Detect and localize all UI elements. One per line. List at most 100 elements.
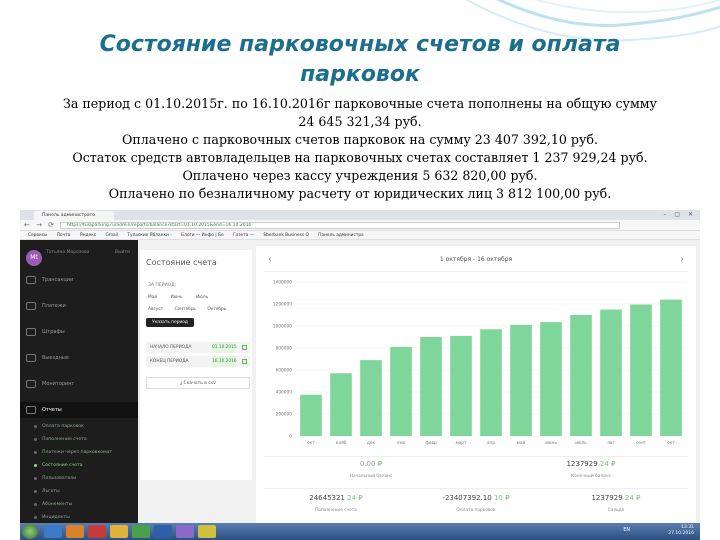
bookmark-item[interactable]: Панель администра xyxy=(318,233,363,238)
closing-balance-value: 1237929 24 ₽ xyxy=(566,460,616,468)
month-option[interactable]: Сентябрь xyxy=(175,307,196,312)
word-icon[interactable] xyxy=(154,525,172,538)
end-date-label: КОНЕЦ ПЕРИОДА xyxy=(150,359,189,364)
set-period-button[interactable]: Указать период xyxy=(146,318,194,327)
opening-balance-value: 0.00 ₽ xyxy=(359,460,383,468)
filter-panel: Состояние счета ЗА ПЕРИОД: Май Июнь Июль… xyxy=(140,250,252,480)
sidebar-subitem[interactable]: Платежи через парковкомат xyxy=(20,446,138,459)
bar[interactable] xyxy=(450,335,472,436)
end-date-checkbox[interactable] xyxy=(242,359,247,364)
bar[interactable] xyxy=(630,304,652,436)
address-bar-row: ← → ⟳ https://tulaparking.ru/admin/repor… xyxy=(20,220,700,231)
x-tick-label: янв xyxy=(397,441,405,446)
start-button[interactable] xyxy=(22,524,38,539)
sidebar-item-transactions[interactable]: Трансакции xyxy=(20,272,138,288)
sidebar-item-payments[interactable]: Платежи xyxy=(20,298,138,314)
bar[interactable] xyxy=(420,337,442,436)
month-option[interactable]: Август xyxy=(148,307,163,312)
media-icon[interactable] xyxy=(66,525,84,538)
bar[interactable] xyxy=(570,315,592,436)
end-date-input[interactable]: 16.10.2016 xyxy=(212,356,237,367)
balance-bar-chart: 0 200000 400000 600000 800000 1000000 1200000 1… xyxy=(273,280,686,446)
sidebar-subitem-current[interactable]: Состояние счета xyxy=(20,459,138,472)
saldo-total: 1237929 24 ₽ Сальдо xyxy=(556,494,676,524)
app-icon[interactable] xyxy=(176,525,194,538)
y-tick-label: 1400000 xyxy=(273,280,292,286)
sidebar-subitem[interactable]: Пользователи xyxy=(20,472,138,485)
download-csv-button[interactable]: ⤓ Скачать в csv xyxy=(146,377,250,389)
sidebar-item-reports[interactable]: Отчеты xyxy=(20,402,138,418)
bar[interactable] xyxy=(510,324,532,436)
parking-paid-total: -23407392.10 10 ₽ Оплата парковок xyxy=(416,494,536,524)
month-row: Август Сентябрь Октябрь xyxy=(148,307,236,312)
card-icon xyxy=(26,302,36,310)
language-indicator[interactable]: EN xyxy=(623,528,630,533)
start-date-input[interactable]: 01.10.2015 xyxy=(212,342,237,353)
gauge-icon xyxy=(26,380,36,388)
start-date-label: НАЧАЛО ПЕРИОДА xyxy=(150,345,192,350)
bar[interactable] xyxy=(480,329,502,436)
exit-icon xyxy=(26,354,36,362)
bar[interactable] xyxy=(330,373,352,436)
bar[interactable] xyxy=(360,360,382,436)
bookmark-item[interactable]: Газета — xyxy=(233,233,254,238)
closing-balance: 1237929 24 ₽ Конечный баланс xyxy=(536,460,646,490)
month-option[interactable]: Июль xyxy=(196,295,208,300)
sidebar-item-monitoring[interactable]: Мониторинг xyxy=(20,376,138,392)
sidebar-item-fines[interactable]: Штрафы xyxy=(20,324,138,340)
bar-chart-icon xyxy=(26,406,36,414)
bookmark-item[interactable]: Блоги — Инфо | Бе xyxy=(181,233,224,238)
bookmark-item[interactable]: Яндекс xyxy=(80,233,96,238)
chart-header: ‹ 1 октября - 16 октября › xyxy=(264,250,688,272)
bookmark-item[interactable]: Почта xyxy=(57,233,71,238)
bookmark-item[interactable]: Gmail xyxy=(106,233,119,238)
avatar[interactable]: Mt xyxy=(26,250,42,266)
bookmark-item[interactable]: Sberbank Business O xyxy=(263,233,309,238)
browser-tab[interactable]: Панель администрато xyxy=(34,211,114,220)
sidebar-item-exits[interactable]: Выездные xyxy=(20,350,138,366)
bar[interactable] xyxy=(660,299,682,436)
bookmark-item[interactable]: Сервисы xyxy=(28,233,47,238)
next-period-icon[interactable]: › xyxy=(680,254,684,265)
bar[interactable] xyxy=(600,309,622,437)
window-controls[interactable]: – ▢ ✕ xyxy=(663,211,696,218)
x-tick-label: окт xyxy=(307,441,315,446)
sidebar-subitem[interactable]: Пополнение счета xyxy=(20,433,138,446)
slide-header: Состояние парковочных счетов и оплата па… xyxy=(0,0,720,215)
month-option[interactable]: Июнь xyxy=(171,295,183,300)
chrome-icon[interactable] xyxy=(110,525,128,538)
explorer-icon[interactable] xyxy=(44,525,62,538)
chart-period-label: 1 октября - 16 октября xyxy=(439,256,513,263)
sidebar-subitem[interactable]: Оплата парковок xyxy=(20,420,138,433)
1c-icon[interactable] xyxy=(198,525,216,538)
slide-title-line1: Состояние парковочных счетов и оплата xyxy=(99,32,621,57)
logout-link[interactable]: Выйти xyxy=(115,250,130,255)
topup-total-value: 24645321 24 ₽ xyxy=(309,494,363,502)
sidebar-subitem[interactable]: Абонементы xyxy=(20,498,138,511)
y-tick-label: 600000 xyxy=(276,368,293,374)
slide-summary: За период с 01.10.2015г. по 16.10.2016г … xyxy=(20,95,700,203)
start-date-checkbox[interactable] xyxy=(242,345,247,350)
opera-icon[interactable] xyxy=(88,525,106,538)
month-option[interactable]: Май xyxy=(148,295,157,300)
bar[interactable] xyxy=(300,394,322,436)
x-tick-label: май xyxy=(517,439,526,446)
parking-paid-label: Оплата парковок xyxy=(456,508,496,513)
excel-icon[interactable] xyxy=(132,525,150,538)
user-block: Mt Татьяна Морозова Выйти xyxy=(24,248,136,270)
bar[interactable] xyxy=(540,322,562,436)
saldo-label: Сальдо xyxy=(607,508,625,513)
period-label: ЗА ПЕРИОД: xyxy=(148,283,177,288)
nav-arrows-icon[interactable]: ← → ⟳ xyxy=(24,221,56,229)
bar[interactable] xyxy=(390,346,412,436)
sidebar-subitem[interactable]: Льготы xyxy=(20,485,138,498)
fine-icon xyxy=(26,328,36,336)
url-input[interactable]: https://tulaparking.ru/admin/reports/bal… xyxy=(60,222,620,229)
x-tick-label: дек xyxy=(367,441,376,446)
clock[interactable]: 13:31 27.10.2016 xyxy=(668,525,694,537)
month-option[interactable]: Октябрь xyxy=(207,307,226,312)
end-date-row: КОНЕЦ ПЕРИОДА 16.10.2016 xyxy=(146,356,250,367)
bookmark-item[interactable]: Тульские Ябланки - xyxy=(127,233,171,238)
y-tick-label: 0 xyxy=(289,434,292,440)
sidebar-item-label: Платежи xyxy=(42,303,66,309)
